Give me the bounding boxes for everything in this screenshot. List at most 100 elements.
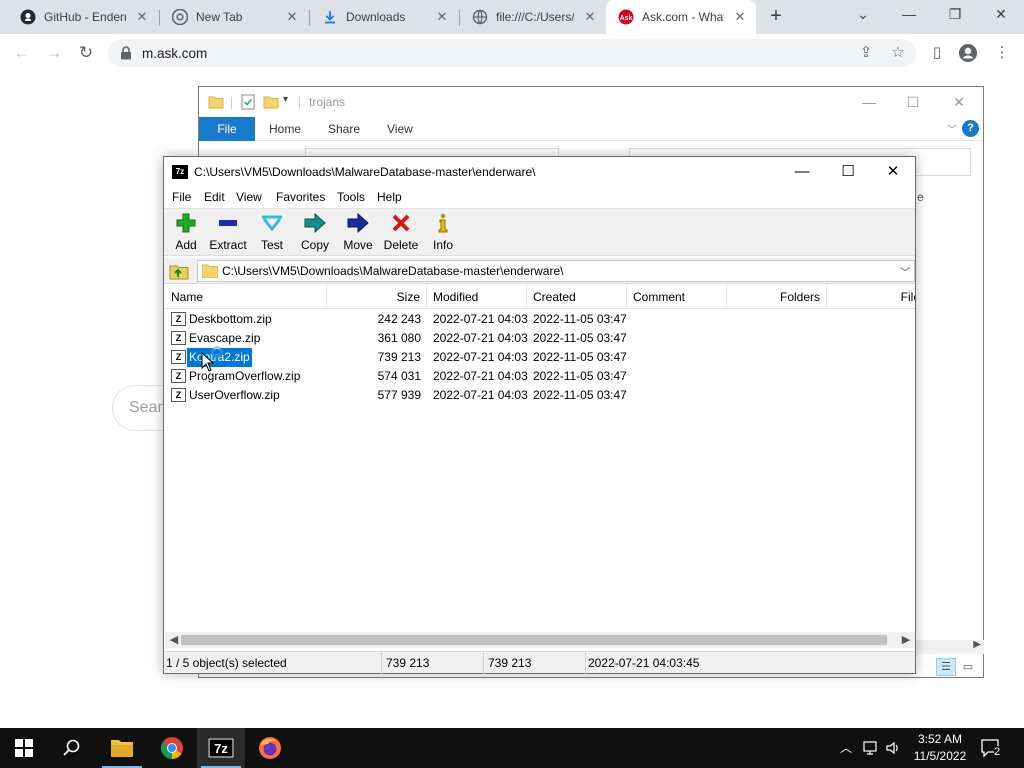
- menu-view[interactable]: View: [236, 190, 262, 204]
- tab-view[interactable]: View: [387, 117, 413, 141]
- back-icon[interactable]: ←: [11, 42, 33, 64]
- close-tab-icon[interactable]: ✕: [582, 9, 598, 25]
- firefox-icon[interactable]: [246, 728, 294, 768]
- column-created[interactable]: Created: [527, 285, 627, 309]
- tab-share[interactable]: Share: [328, 117, 360, 141]
- file-size: 361 080: [377, 331, 421, 345]
- file-name: Deskbottom.zip: [189, 312, 272, 326]
- search-icon[interactable]: [48, 728, 96, 768]
- menu-tools[interactable]: Tools: [337, 190, 365, 204]
- extract-button[interactable]: Extract: [206, 209, 250, 257]
- svg-text:Ask: Ask: [620, 15, 633, 22]
- tab-new-tab[interactable]: New Tab ✕: [160, 0, 308, 34]
- horizontal-scrollbar[interactable]: ◀ ▶: [165, 632, 915, 648]
- test-label: Test: [260, 238, 283, 252]
- tab-file[interactable]: File: [199, 117, 255, 141]
- menu-favorites[interactable]: Favorites: [276, 190, 325, 204]
- tab-github[interactable]: GitHub - Endermanch ✕: [8, 0, 158, 34]
- new-tab-icon[interactable]: +: [766, 6, 786, 27]
- file-created: 2022-11-05 03:47: [533, 312, 627, 326]
- close-tab-icon[interactable]: ✕: [284, 9, 300, 25]
- copy-label: Copy: [300, 238, 329, 252]
- status-packed-size: 739 213: [486, 652, 586, 674]
- network-icon[interactable]: [862, 728, 880, 768]
- close-icon[interactable]: ✕: [870, 157, 916, 187]
- menu-file[interactable]: File: [172, 190, 191, 204]
- volume-icon[interactable]: [885, 728, 903, 768]
- large-icons-view-icon[interactable]: ▭: [958, 658, 978, 676]
- column-modified[interactable]: Modified: [427, 285, 527, 309]
- window-title: C:\Users\VM5\Downloads\MalwareDatabase-m…: [194, 165, 536, 179]
- tab-home[interactable]: Home: [269, 117, 301, 141]
- tab-ask[interactable]: Ask Ask.com - What's Your Question? ✕: [606, 0, 756, 34]
- tab-downloads[interactable]: Downloads ✕: [310, 0, 458, 34]
- close-tab-icon[interactable]: ✕: [134, 9, 150, 25]
- tab-search-icon[interactable]: ⌄: [840, 0, 886, 30]
- list-item[interactable]: Z Deskbottom.zip 242 243 2022-07-21 04:0…: [165, 310, 915, 329]
- divider: [299, 97, 300, 109]
- menu-bar: File Edit View Favorites Tools Help: [164, 187, 915, 207]
- reload-icon[interactable]: ↻: [75, 42, 97, 64]
- move-button[interactable]: Move: [336, 209, 380, 257]
- 7zip-icon[interactable]: 7z: [197, 728, 245, 768]
- divider: [231, 97, 232, 109]
- horizontal-scrollbar[interactable]: ▶: [916, 639, 984, 654]
- scrollbar-thumb[interactable]: [181, 635, 887, 645]
- info-button[interactable]: Info: [421, 209, 465, 257]
- maximize-icon[interactable]: ☐: [891, 91, 935, 115]
- profile-avatar-icon[interactable]: [958, 43, 978, 63]
- share-icon[interactable]: ⇪: [856, 43, 876, 63]
- column-files[interactable]: File: [827, 285, 915, 309]
- github-icon: [20, 9, 36, 25]
- chevron-down-icon[interactable]: ﹀: [900, 264, 910, 279]
- side-panel-icon[interactable]: ▯: [927, 43, 947, 63]
- details-view-icon[interactable]: ☰: [936, 658, 956, 676]
- system-clock[interactable]: 3:52 AM 11/5/2022: [908, 731, 972, 765]
- add-button[interactable]: Add: [164, 209, 208, 257]
- close-icon[interactable]: ✕: [978, 0, 1024, 30]
- new-folder-icon[interactable]: [263, 94, 279, 110]
- explorer-title-bar: ▾ trojans — ☐ ✕: [199, 87, 983, 117]
- chevron-up-icon[interactable]: ︿: [838, 728, 854, 768]
- tab-file-url[interactable]: file:///C:/Users/VM5 ✕: [460, 0, 606, 34]
- minimize-icon[interactable]: —: [847, 91, 891, 115]
- bookmark-star-icon[interactable]: ☆: [888, 43, 908, 63]
- column-folders[interactable]: Folders: [727, 285, 827, 309]
- scroll-left-icon[interactable]: ◀: [167, 633, 181, 646]
- close-tab-icon[interactable]: ✕: [434, 9, 450, 25]
- maximize-icon[interactable]: ☐: [825, 157, 871, 187]
- address-bar[interactable]: m.ask.com: [108, 39, 916, 67]
- properties-icon[interactable]: [241, 94, 255, 110]
- zip-file-icon: Z: [171, 331, 186, 345]
- help-icon[interactable]: ?: [962, 120, 979, 137]
- delete-button[interactable]: Delete: [379, 209, 423, 257]
- column-name[interactable]: Name: [165, 285, 327, 309]
- list-item-selected[interactable]: Z Kontra2.zip 739 213 2022-07-21 04:03 2…: [165, 347, 915, 368]
- minimize-icon[interactable]: —: [779, 157, 825, 187]
- menu-edit[interactable]: Edit: [204, 190, 225, 204]
- path-combobox[interactable]: C:\Users\VM5\Downloads\MalwareDatabase-m…: [197, 260, 915, 282]
- close-icon[interactable]: ✕: [937, 91, 981, 115]
- file-explorer-icon[interactable]: [98, 728, 146, 768]
- minimize-icon[interactable]: —: [886, 0, 932, 30]
- test-button[interactable]: Test: [250, 209, 294, 257]
- notification-center-icon[interactable]: 2: [980, 728, 1010, 768]
- forward-icon[interactable]: →: [43, 42, 65, 64]
- customize-qat-icon[interactable]: ▾: [283, 94, 288, 110]
- copy-button[interactable]: Copy: [293, 209, 337, 257]
- start-icon[interactable]: [0, 728, 48, 768]
- menu-help[interactable]: Help: [377, 190, 402, 204]
- list-item[interactable]: Z UserOverflow.zip 577 939 2022-07-21 04…: [165, 386, 915, 405]
- close-tab-icon[interactable]: ✕: [732, 9, 748, 25]
- chevron-down-icon[interactable]: ﹀: [947, 121, 957, 136]
- restore-icon[interactable]: ❐: [932, 0, 978, 30]
- chrome-menu-icon[interactable]: ⋮: [992, 43, 1012, 63]
- list-item[interactable]: Z ProgramOverflow.zip 574 031 2022-07-21…: [165, 367, 915, 386]
- scroll-right-icon[interactable]: ▶: [899, 633, 913, 646]
- chrome-icon[interactable]: [148, 728, 196, 768]
- scroll-right-icon[interactable]: ▶: [973, 639, 981, 650]
- column-comment[interactable]: Comment: [627, 285, 727, 309]
- up-folder-icon[interactable]: [169, 261, 189, 281]
- column-size[interactable]: Size: [327, 285, 427, 309]
- list-item[interactable]: Z Evascape.zip 361 080 2022-07-21 04:03 …: [165, 329, 915, 348]
